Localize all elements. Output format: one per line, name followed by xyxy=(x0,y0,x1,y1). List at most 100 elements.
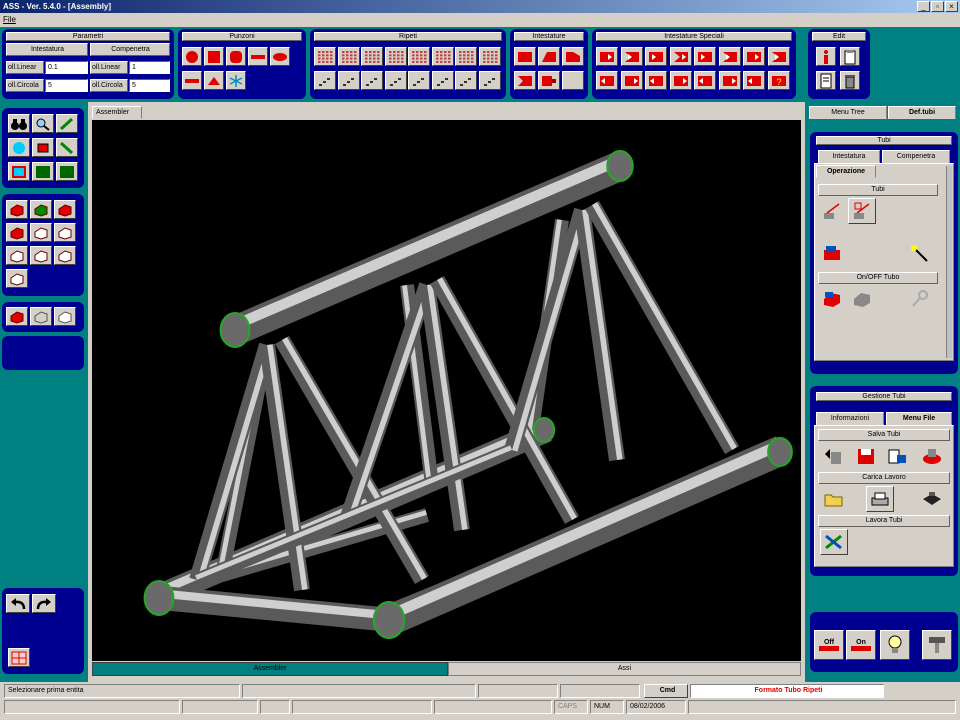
off-button[interactable]: Off xyxy=(814,630,844,660)
special-cut-icon[interactable] xyxy=(718,71,741,90)
special-cut-help-icon[interactable]: ? xyxy=(767,71,790,90)
restore-button[interactable]: ▫ xyxy=(931,1,944,12)
special-cut-icon[interactable] xyxy=(694,71,716,90)
binoculars-icon[interactable] xyxy=(8,114,30,133)
lightbulb-icon[interactable] xyxy=(880,630,910,660)
view-orientation-icon[interactable] xyxy=(6,200,28,219)
grid-view-icon[interactable] xyxy=(8,648,30,667)
magic-wand-icon[interactable] xyxy=(906,240,934,266)
param-input[interactable]: 1 xyxy=(129,61,170,74)
repeat-diagonal-icon[interactable] xyxy=(384,71,407,90)
slot-punch-icon[interactable] xyxy=(248,47,268,66)
frame-red-icon[interactable] xyxy=(8,162,30,181)
view-orientation-icon[interactable] xyxy=(54,223,76,242)
repeat-grid-icon[interactable] xyxy=(408,47,430,66)
special-cut-icon[interactable] xyxy=(596,47,618,66)
view-orientation-icon[interactable] xyxy=(6,223,28,242)
minimize-button[interactable]: _ xyxy=(917,1,930,12)
repeat-grid-icon[interactable] xyxy=(361,47,383,66)
pipe-insert-icon[interactable] xyxy=(818,240,846,266)
tool-icon[interactable] xyxy=(922,630,952,660)
special-cut-icon[interactable] xyxy=(767,47,790,66)
undo-icon[interactable] xyxy=(6,594,30,613)
front-bottom-far-cap[interactable] xyxy=(767,437,793,467)
wrench-disabled-icon[interactable] xyxy=(906,286,934,312)
tab-operazione[interactable]: Operazione xyxy=(816,165,876,178)
top-chord-far-cap[interactable] xyxy=(606,150,634,182)
bar-punch-icon[interactable] xyxy=(182,71,202,90)
view-orientation-icon[interactable] xyxy=(30,246,52,265)
repeat-diagonal-icon[interactable] xyxy=(408,71,430,90)
save-file-icon[interactable] xyxy=(852,443,880,469)
top-chord-end-cap[interactable] xyxy=(219,312,251,348)
special-cut-icon[interactable] xyxy=(645,71,667,90)
view-orientation-icon[interactable] xyxy=(6,246,28,265)
wire-cube-icon[interactable] xyxy=(30,307,52,326)
save-export-icon[interactable] xyxy=(884,443,912,469)
pick-icon[interactable] xyxy=(56,138,78,157)
snowflake-punch-icon[interactable] xyxy=(226,71,246,90)
cut-straight-icon[interactable] xyxy=(514,47,536,66)
special-cut-icon[interactable] xyxy=(596,71,618,90)
special-cut-icon[interactable] xyxy=(620,47,643,66)
hidden-cube-icon[interactable] xyxy=(54,307,76,326)
repeat-diagonal-icon[interactable] xyxy=(478,71,501,90)
solid-cube-icon[interactable] xyxy=(6,307,28,326)
assi-mode-tab[interactable]: Assi xyxy=(448,662,801,676)
zoom-icon[interactable] xyxy=(32,114,54,133)
special-cut-icon[interactable] xyxy=(669,71,692,90)
special-cut-icon[interactable] xyxy=(718,47,741,66)
save-disk-icon[interactable] xyxy=(918,443,946,469)
document-icon[interactable] xyxy=(816,71,836,90)
square-punch-icon[interactable] xyxy=(204,47,224,66)
special-cut-icon[interactable] xyxy=(694,47,716,66)
3d-viewport[interactable] xyxy=(92,120,801,661)
repeat-grid-icon[interactable] xyxy=(478,47,501,66)
close-button[interactable]: × xyxy=(945,1,958,12)
view-orientation-icon[interactable] xyxy=(30,200,52,219)
repeat-grid-icon[interactable] xyxy=(384,47,407,66)
cut-empty-slot[interactable] xyxy=(562,71,584,90)
clipboard-icon[interactable] xyxy=(840,47,860,66)
load-printer-icon[interactable] xyxy=(866,486,894,512)
repeat-grid-icon[interactable] xyxy=(337,47,360,66)
repeat-diagonal-icon[interactable] xyxy=(431,71,454,90)
repeat-grid-icon[interactable] xyxy=(314,47,336,66)
tab-intestatura[interactable]: Intestatura xyxy=(818,150,880,163)
special-cut-icon[interactable] xyxy=(645,47,667,66)
redo-icon[interactable] xyxy=(32,594,56,613)
tubi-scrollbar[interactable] xyxy=(946,166,952,358)
assembler-mode-tab[interactable]: Assembler xyxy=(92,662,448,676)
cut-notch-icon[interactable] xyxy=(514,71,536,90)
circle-punch-icon[interactable] xyxy=(182,47,202,66)
special-cut-icon[interactable] xyxy=(620,71,643,90)
pipe-hide-icon[interactable] xyxy=(848,286,876,312)
param-input[interactable]: 5 xyxy=(45,79,88,92)
repeat-grid-icon[interactable] xyxy=(455,47,477,66)
cut-end-icon[interactable] xyxy=(538,71,560,90)
front-bottom-end-cap[interactable] xyxy=(372,601,406,639)
view-orientation-icon[interactable] xyxy=(6,269,28,288)
menu-file[interactable]: File xyxy=(3,15,16,24)
triangle-punch-icon[interactable] xyxy=(204,71,224,90)
repeat-diagonal-icon[interactable] xyxy=(337,71,360,90)
green-box-icon[interactable] xyxy=(32,162,54,181)
pipe-draw-icon[interactable] xyxy=(818,198,846,224)
repeat-diagonal-icon[interactable] xyxy=(314,71,336,90)
trash-icon[interactable] xyxy=(840,71,860,90)
special-cut-icon[interactable] xyxy=(669,47,692,66)
tab-menu-file[interactable]: Menu File xyxy=(886,412,952,425)
tab-compenetra[interactable]: Compenetra xyxy=(882,150,950,163)
cut-angle-icon[interactable] xyxy=(538,47,560,66)
view-orientation-icon[interactable] xyxy=(54,200,76,219)
tab-menu-tree[interactable]: Menu Tree xyxy=(809,106,887,119)
process-pipes-icon[interactable] xyxy=(820,529,848,555)
rect-select-icon[interactable] xyxy=(32,138,54,157)
tab-informazioni[interactable]: Informazioni xyxy=(816,412,884,425)
param-input[interactable]: 0.1 xyxy=(45,61,88,74)
pipe-toggle-icon[interactable] xyxy=(818,286,846,312)
cmd-button[interactable]: Cmd xyxy=(644,684,688,698)
viewport-tab[interactable]: Assembler xyxy=(92,106,142,119)
back-bottom-end-cap[interactable] xyxy=(143,580,175,616)
pipe-edit-icon[interactable] xyxy=(848,198,876,224)
